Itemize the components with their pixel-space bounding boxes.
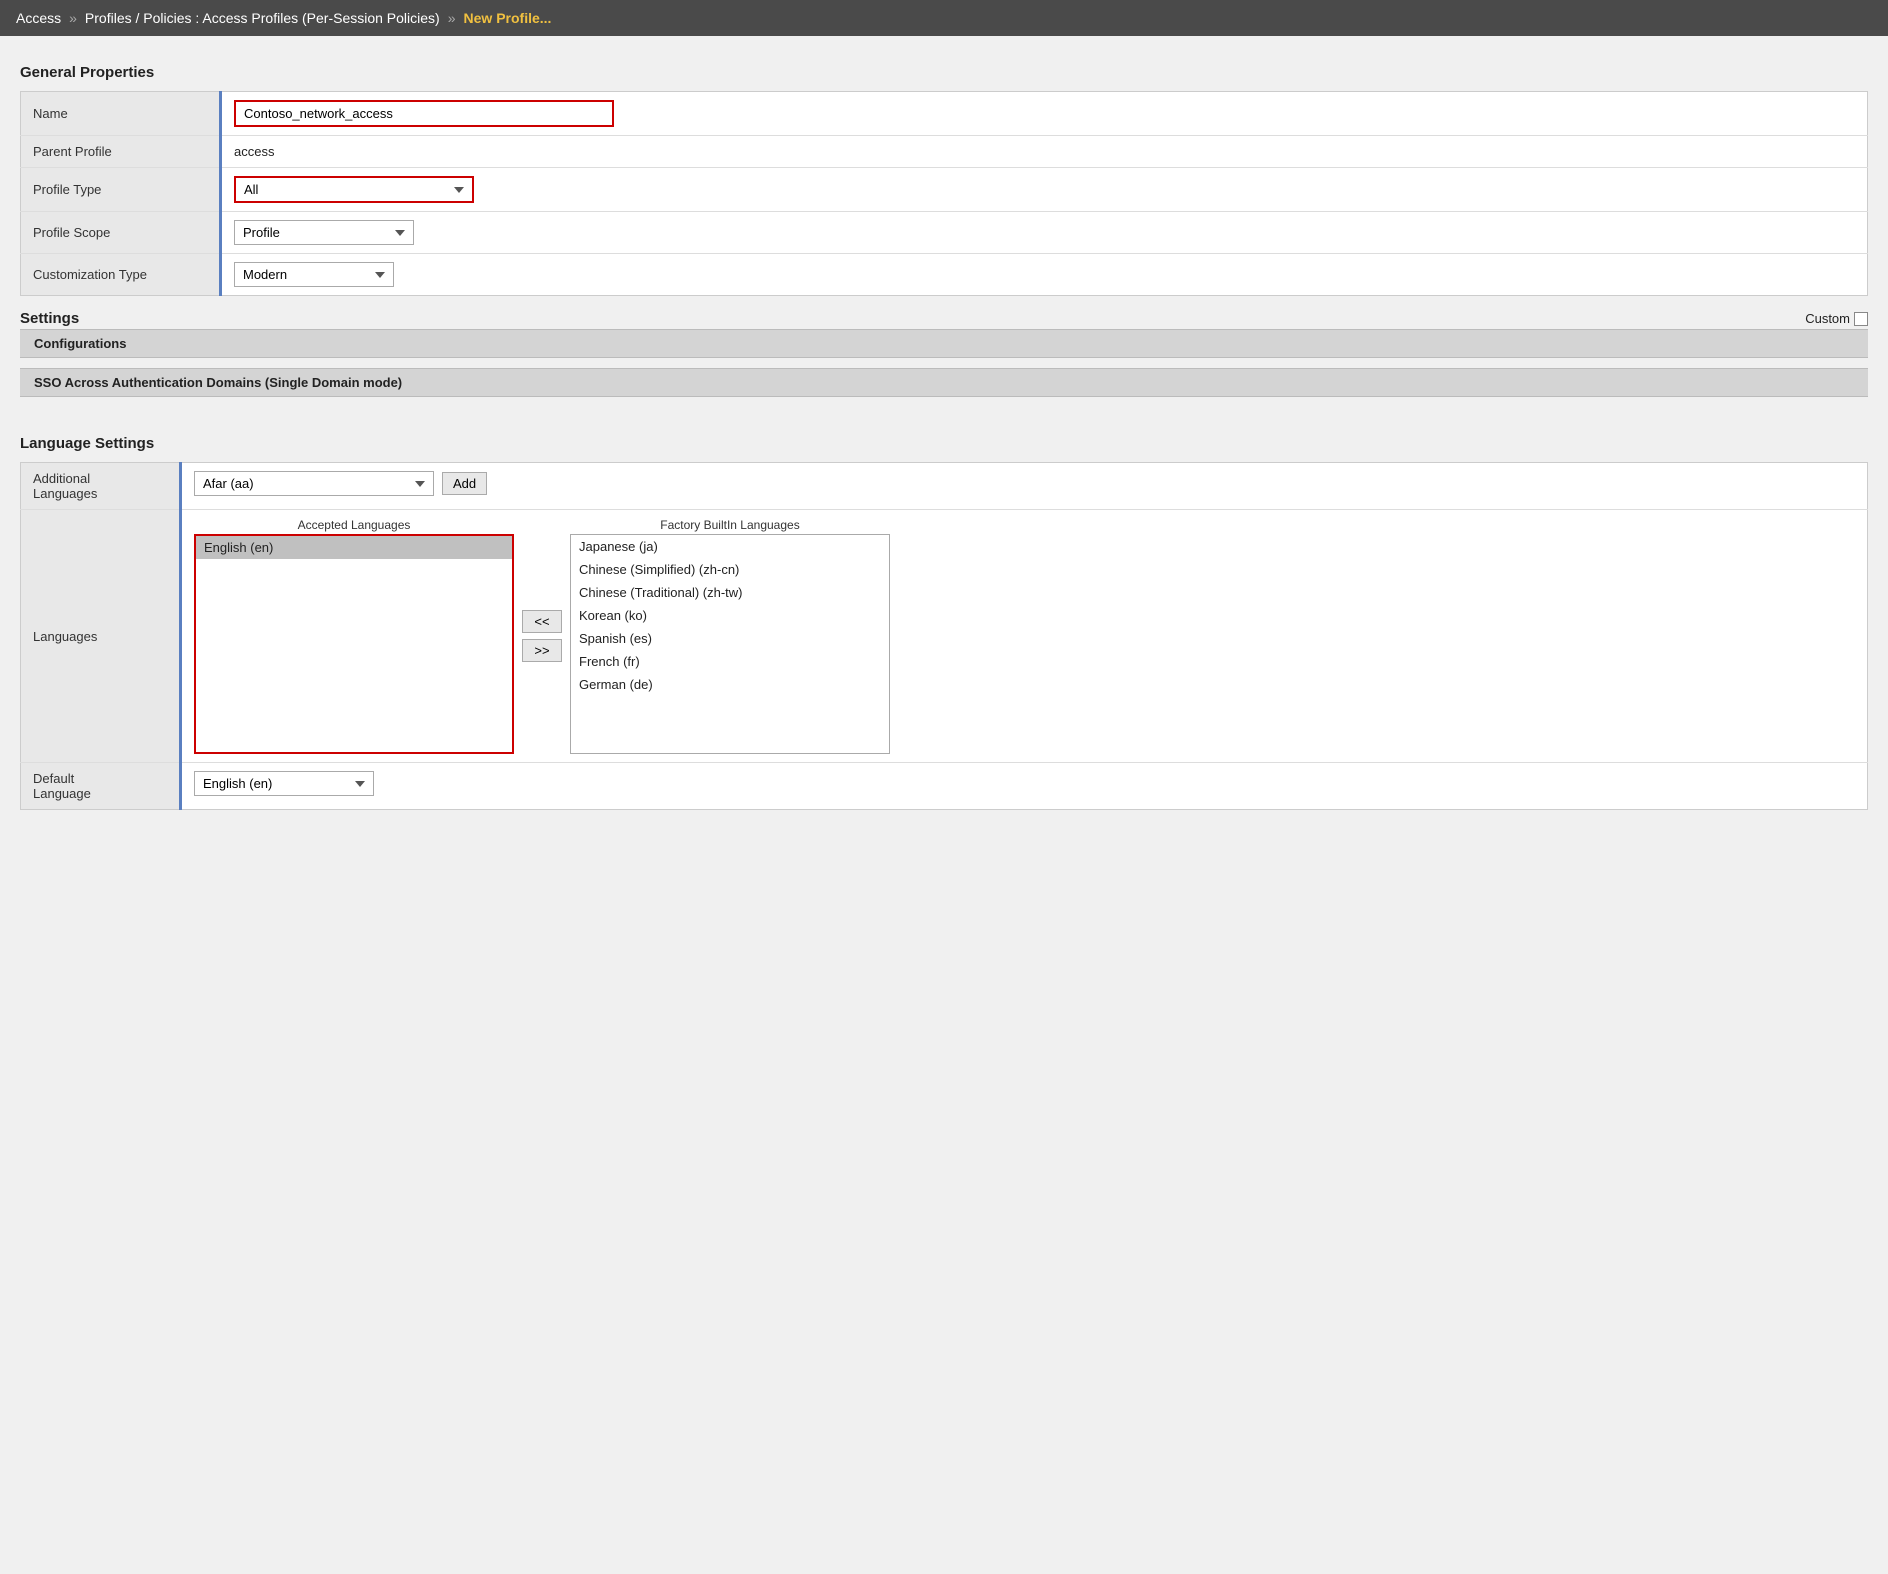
- accepted-lang-english[interactable]: English (en): [196, 536, 512, 559]
- default-language-cell: English (en) Japanese (ja) French (fr): [181, 763, 1868, 810]
- profile-scope-cell: Profile Global Virtual Server: [221, 212, 1868, 254]
- move-right-button[interactable]: >>: [522, 639, 562, 662]
- settings-title: Settings: [20, 310, 79, 327]
- factory-lang-french[interactable]: French (fr): [571, 650, 889, 673]
- default-language-row: DefaultLanguage English (en) Japanese (j…: [21, 763, 1868, 810]
- parent-profile-row: Parent Profile access: [21, 136, 1868, 168]
- customization-type-label: Customization Type: [21, 254, 221, 296]
- default-language-select[interactable]: English (en) Japanese (ja) French (fr): [194, 771, 374, 796]
- languages-label: Languages: [21, 510, 181, 763]
- profile-type-select[interactable]: All LTM-APM SSL-VPN Portal Access APM: [234, 176, 474, 203]
- factory-languages-panel: Factory BuiltIn Languages Japanese (ja) …: [570, 518, 890, 754]
- add-language-button[interactable]: Add: [442, 472, 487, 495]
- breadcrumb-sep-1: »: [69, 10, 77, 26]
- factory-languages-listbox[interactable]: Japanese (ja) Chinese (Simplified) (zh-c…: [570, 534, 890, 754]
- languages-cell: Accepted Languages English (en) << >> Fa…: [181, 510, 1868, 763]
- additional-language-select[interactable]: Afar (aa) Abkhazian (ab) Afrikaans (af) …: [194, 471, 434, 496]
- custom-checkbox[interactable]: [1854, 312, 1868, 326]
- factory-lang-chinese-simplified[interactable]: Chinese (Simplified) (zh-cn): [571, 558, 889, 581]
- profile-type-label: Profile Type: [21, 168, 221, 212]
- breadcrumb-profiles: Profiles / Policies : Access Profiles (P…: [85, 10, 440, 26]
- customization-type-cell: Modern Standard: [221, 254, 1868, 296]
- custom-label: Custom: [1805, 311, 1850, 326]
- breadcrumb: Access » Profiles / Policies : Access Pr…: [0, 0, 1888, 36]
- name-label: Name: [21, 92, 221, 136]
- accepted-languages-panel: Accepted Languages English (en): [194, 518, 514, 754]
- lang-dropdown-row: Afar (aa) Abkhazian (ab) Afrikaans (af) …: [194, 471, 1855, 496]
- accepted-languages-title: Accepted Languages: [194, 518, 514, 532]
- customization-type-select[interactable]: Modern Standard: [234, 262, 394, 287]
- profile-scope-row: Profile Scope Profile Global Virtual Ser…: [21, 212, 1868, 254]
- move-left-button[interactable]: <<: [522, 610, 562, 633]
- configurations-bar: Configurations: [20, 329, 1868, 358]
- name-input[interactable]: [234, 100, 614, 127]
- additional-languages-label: AdditionalLanguages: [21, 463, 181, 510]
- breadcrumb-new-profile: New Profile...: [464, 10, 552, 26]
- additional-languages-row: AdditionalLanguages Afar (aa) Abkhazian …: [21, 463, 1868, 510]
- general-properties-title: General Properties: [20, 54, 1868, 85]
- factory-lang-japanese[interactable]: Japanese (ja): [571, 535, 889, 558]
- accepted-languages-listbox[interactable]: English (en): [194, 534, 514, 754]
- name-cell: [221, 92, 1868, 136]
- breadcrumb-sep-2: »: [448, 10, 456, 26]
- parent-profile-value: access: [221, 136, 1868, 168]
- language-settings-title: Language Settings: [20, 425, 1868, 456]
- name-row: Name: [21, 92, 1868, 136]
- breadcrumb-access: Access: [16, 10, 61, 26]
- general-properties-table: Name Parent Profile access Profile Type …: [20, 91, 1868, 296]
- language-settings-table: AdditionalLanguages Afar (aa) Abkhazian …: [20, 462, 1868, 810]
- languages-row: Languages Accepted Languages English (en…: [21, 510, 1868, 763]
- profile-scope-select[interactable]: Profile Global Virtual Server: [234, 220, 414, 245]
- factory-languages-title: Factory BuiltIn Languages: [570, 518, 890, 532]
- language-transfer-arrows: << >>: [522, 610, 562, 662]
- factory-lang-spanish[interactable]: Spanish (es): [571, 627, 889, 650]
- profile-type-cell: All LTM-APM SSL-VPN Portal Access APM: [221, 168, 1868, 212]
- parent-profile-label: Parent Profile: [21, 136, 221, 168]
- profile-type-row: Profile Type All LTM-APM SSL-VPN Portal …: [21, 168, 1868, 212]
- default-language-label: DefaultLanguage: [21, 763, 181, 810]
- custom-area: Custom: [1805, 311, 1868, 326]
- factory-lang-chinese-traditional[interactable]: Chinese (Traditional) (zh-tw): [571, 581, 889, 604]
- profile-scope-label: Profile Scope: [21, 212, 221, 254]
- additional-languages-cell: Afar (aa) Abkhazian (ab) Afrikaans (af) …: [181, 463, 1868, 510]
- customization-type-row: Customization Type Modern Standard: [21, 254, 1868, 296]
- factory-lang-german[interactable]: German (de): [571, 673, 889, 696]
- factory-lang-korean[interactable]: Korean (ko): [571, 604, 889, 627]
- language-panels: Accepted Languages English (en) << >> Fa…: [194, 518, 1855, 754]
- sso-bar: SSO Across Authentication Domains (Singl…: [20, 368, 1868, 397]
